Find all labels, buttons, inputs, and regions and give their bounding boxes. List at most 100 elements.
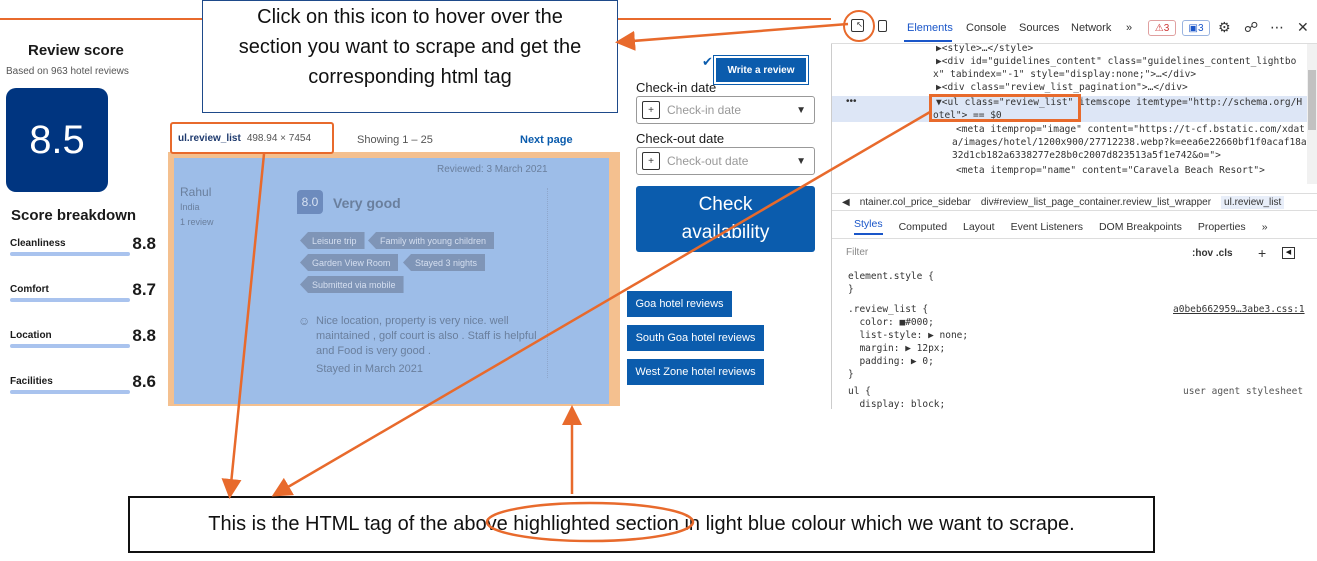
style-line: display: block; [848,399,946,409]
close-icon[interactable]: ✕ [1297,19,1309,36]
breadcrumb-item[interactable]: div#review_list_page_container.review_li… [981,197,1211,208]
chevron-down-icon: ▼ [796,104,806,116]
breakdown-value: 8.6 [132,372,156,391]
calendar-icon: + [642,101,660,119]
toggle-sidebar-icon[interactable]: ◀ [1282,247,1295,259]
check-button-line1: Check [698,194,753,215]
callout-line: section you want to scrape and get the [238,36,582,58]
dom-line[interactable]: <meta itemprop="name" content="Caravela … [956,165,1265,178]
chevron-down-icon: ▼ [796,155,806,167]
reviewer-name: Rahul [180,185,212,199]
breadcrumb-item-active[interactable]: ul.review_list [1221,195,1285,209]
review-tag: Stayed 3 nights [403,254,486,271]
dom-line[interactable]: <meta itemprop="image" content="https://… [956,124,1305,137]
explanation-callout: This is the HTML tag of the above highli… [128,496,1155,553]
pagination-showing: Showing 1 – 25 [357,134,433,146]
more-options-icon[interactable]: ⋯ [1270,19,1284,36]
styles-filter-input[interactable]: Filter [846,247,1176,263]
review-rating-word: Very good [333,195,401,211]
breakdown-comfort: Comfort 8.7 [10,280,156,314]
tab-sources[interactable]: Sources [1019,22,1059,34]
tab-layout[interactable]: Layout [963,221,995,233]
checkout-date-select[interactable]: + Check-out date ▼ [636,147,815,175]
tab-network[interactable]: Network [1071,22,1111,34]
write-review-button[interactable]: Write a review [714,56,808,84]
overall-score-badge: 8.5 [6,88,108,192]
tab-elements[interactable]: Elements [907,22,953,34]
review-date: Reviewed: 3 March 2021 [437,164,548,175]
review-score-subtitle: Based on 963 hotel reviews [6,66,129,77]
checkout-placeholder: Check-out date [667,154,749,168]
tab-styles[interactable]: Styles [854,218,883,235]
reviewer-country: India [180,202,200,212]
inspect-element-icon[interactable]: ↖ [851,19,864,32]
next-page-link[interactable]: Next page [520,134,573,146]
checkin-placeholder: Check-in date [667,103,742,117]
dom-line[interactable]: ▶<style>…</style> [936,43,1033,56]
breakdown-cleanliness: Cleanliness 8.8 [10,234,156,268]
dom-scrollbar-thumb[interactable] [1308,70,1316,130]
dom-line[interactable]: a/images/hotel/1200x900/27712238.webp?k=… [952,137,1307,150]
west-zone-reviews-link[interactable]: West Zone hotel reviews [627,359,764,385]
style-line: padding: ▶ 0; [848,356,934,367]
dom-line[interactable]: x" tabindex="-1" style="display:none;">…… [933,69,1196,82]
breadcrumb-scroll-left-icon[interactable]: ◀ [842,197,850,208]
breakdown-value: 8.8 [132,326,156,345]
breakdown-label: Cleanliness [10,238,66,249]
stylesheet-source-link[interactable]: a0beb662959…3abe3.css:1 [1173,304,1305,315]
verified-check-icon: ✔ [702,54,713,69]
calendar-icon: + [642,152,660,170]
arrow-to-callout [615,22,849,51]
checkin-date-select[interactable]: + Check-in date ▼ [636,96,815,124]
hov-cls-toggles[interactable]: :hov .cls [1192,248,1233,259]
reviewer-info: Rahul India 1 review [180,185,214,230]
review-score-title: Review score [28,42,124,59]
style-line: element.style { [848,271,934,282]
review-score-badge: 8.0 [297,190,323,214]
warnings-badge[interactable]: ⚠ 3 [1148,20,1176,36]
dom-line[interactable]: ▶<div id="guidelines_content" class="gui… [936,56,1296,69]
selected-tag-highlight-box [929,94,1081,122]
thumbs-up-icon: ☺ [298,314,311,328]
warn-count: 3 [1163,22,1170,34]
breakdown-location: Location 8.8 [10,326,156,360]
tab-computed[interactable]: Computed [899,221,947,233]
style-line: color: ■#000; [848,317,934,328]
review-text: Nice location, property is very nice. we… [316,315,537,357]
breadcrumb-item[interactable]: ntainer.col_price_sidebar [860,197,971,208]
style-line: } [848,369,854,380]
gear-icon[interactable]: ⚙ [1218,19,1231,36]
reviewer-count: 1 review [180,217,214,227]
tooltip-element-size: 498.94 × 7454 [246,132,312,144]
active-tab-indicator [904,40,952,42]
callout-line: corresponding html tag [308,66,512,88]
dom-line[interactable]: ▶<div class="review_list_pagination">…</… [936,82,1188,95]
tab-event-listeners[interactable]: Event Listeners [1011,221,1083,233]
issues-badge[interactable]: ▣ 3 [1182,20,1210,36]
review-tag: Leisure trip [300,232,365,249]
customize-icon[interactable]: ☍ [1244,19,1258,36]
breakdown-label: Location [10,330,52,341]
breakdown-label: Facilities [10,376,53,387]
ellipsis-icon: ••• [846,96,857,107]
tab-dom-breakpoints[interactable]: DOM Breakpoints [1099,221,1182,233]
device-toolbar-icon[interactable] [878,20,887,32]
styles-panel-tabs: Styles Computed Layout Event Listeners D… [832,215,1317,239]
review-stay-date: Stayed in March 2021 [316,363,424,375]
tab-console[interactable]: Console [966,22,1006,34]
check-availability-button[interactable]: Check availability [636,186,815,252]
callout-line: Click on this icon to hover over the [257,6,563,28]
tab-more[interactable]: » [1126,22,1132,34]
review-tag: Submitted via mobile [300,276,404,293]
south-goa-reviews-link[interactable]: South Goa hotel reviews [627,325,764,351]
dom-line[interactable]: 32d1cb182a6338277e28b0c2007d823513a5f1e7… [952,150,1221,163]
breakdown-bar [10,298,130,302]
goa-reviews-link[interactable]: Goa hotel reviews [627,291,732,317]
score-breakdown-title: Score breakdown [11,207,137,224]
tab-properties[interactable]: Properties [1198,221,1246,233]
review-divider [547,188,548,378]
tab-more-panels[interactable]: » [1262,221,1268,233]
add-style-rule-icon[interactable]: + [1258,245,1266,261]
dom-breadcrumb: ◀ ntainer.col_price_sidebar div#review_l… [832,193,1317,211]
checkout-label: Check-out date [636,131,725,146]
